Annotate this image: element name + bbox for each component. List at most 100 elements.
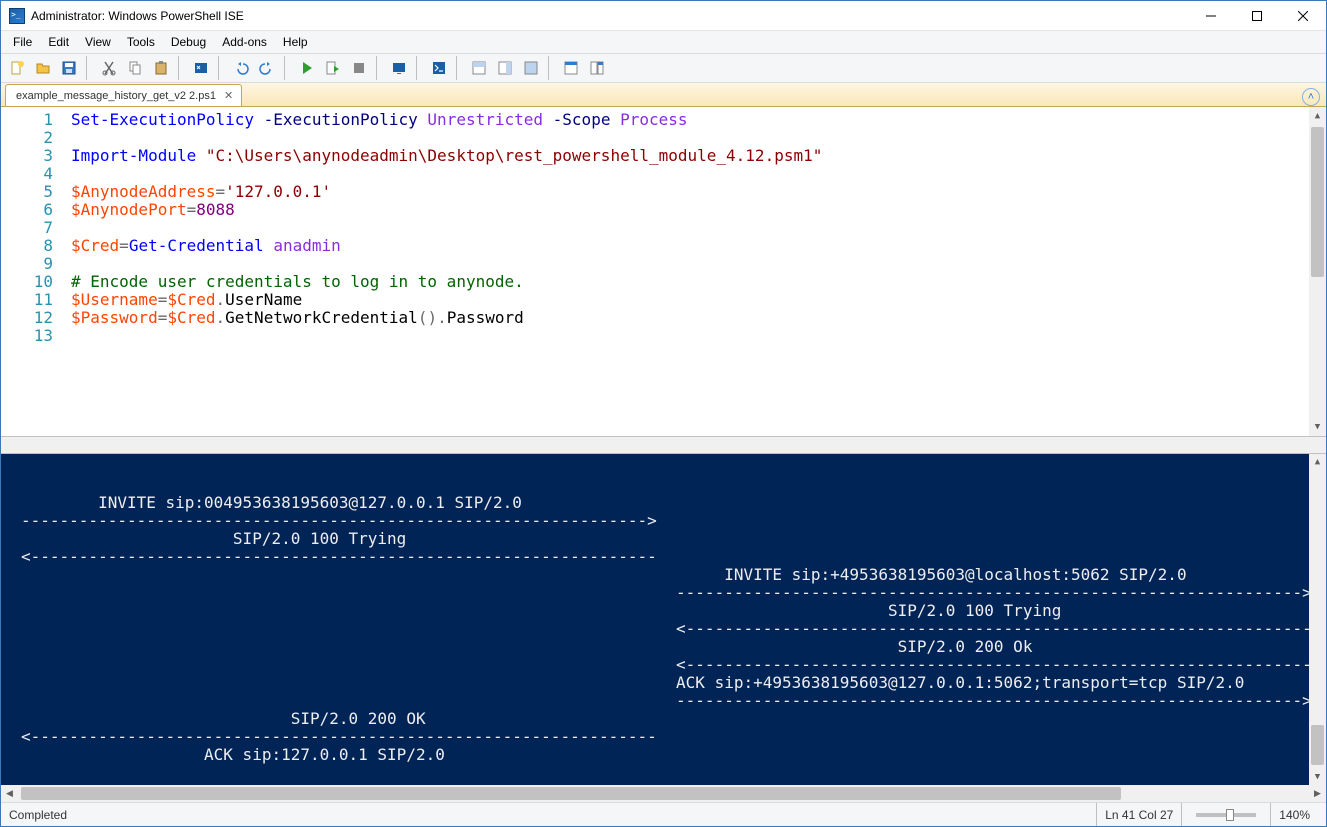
new-file-icon[interactable]	[5, 56, 29, 80]
console-scroll-thumb[interactable]	[1311, 725, 1324, 765]
menu-edit[interactable]: Edit	[40, 33, 77, 51]
line-number: 11	[1, 291, 53, 309]
layout-top-icon[interactable]	[467, 56, 491, 80]
code-line[interactable]: $AnynodeAddress='127.0.0.1'	[71, 183, 1309, 201]
toolbar-separator	[218, 56, 224, 80]
line-number: 9	[1, 255, 53, 273]
zoom-slider[interactable]	[1196, 813, 1256, 817]
redo-icon[interactable]	[255, 56, 279, 80]
run-script-icon[interactable]	[295, 56, 319, 80]
script-editor[interactable]: 12345678910111213 Set-ExecutionPolicy -E…	[1, 107, 1326, 437]
line-number: 3	[1, 147, 53, 165]
paste-icon[interactable]	[149, 56, 173, 80]
zoom-level: 140%	[1270, 803, 1318, 826]
maximize-button[interactable]	[1234, 1, 1280, 31]
menu-debug[interactable]: Debug	[163, 33, 214, 51]
code-line[interactable]	[71, 129, 1309, 147]
show-command-icon[interactable]	[559, 56, 583, 80]
code-line[interactable]	[71, 327, 1309, 345]
editor-scroll-thumb[interactable]	[1311, 127, 1324, 277]
zoom-slider-knob[interactable]	[1226, 809, 1234, 821]
console-line: ----------------------------------------…	[21, 692, 1326, 710]
toolbar	[1, 53, 1326, 83]
line-number: 5	[1, 183, 53, 201]
console-vertical-scrollbar[interactable]: ▲ ▼	[1309, 454, 1326, 785]
code-line[interactable]: $Cred=Get-Credential anadmin	[71, 237, 1309, 255]
line-number: 2	[1, 129, 53, 147]
clear-console-icon[interactable]	[189, 56, 213, 80]
line-number: 12	[1, 309, 53, 327]
code-line[interactable]: $Password=$Cred.GetNetworkCredential().P…	[71, 309, 1309, 327]
code-line[interactable]	[71, 255, 1309, 273]
console-horizontal-scrollbar[interactable]: ◀ ▶	[1, 785, 1326, 802]
code-line[interactable]: # Encode user credentials to log in to a…	[71, 273, 1309, 291]
collapse-script-pane-icon[interactable]: ˄	[1302, 88, 1320, 106]
window-title: Administrator: Windows PowerShell ISE	[31, 9, 244, 23]
line-number: 6	[1, 201, 53, 219]
minimize-button[interactable]	[1188, 1, 1234, 31]
console-pane[interactable]: INVITE sip:004953638195603@127.0.0.1 SIP…	[1, 454, 1326, 785]
scroll-down-icon[interactable]: ▼	[1309, 768, 1326, 785]
console-line: SIP/2.0 100 Trying	[21, 530, 1326, 548]
code-line[interactable]: Set-ExecutionPolicy -ExecutionPolicy Unr…	[71, 111, 1309, 129]
code-line[interactable]: Import-Module "C:\Users\anynodeadmin\Des…	[71, 147, 1309, 165]
line-number-gutter: 12345678910111213	[1, 107, 61, 436]
cursor-position: Ln 41 Col 27	[1096, 803, 1181, 826]
console-line: ACK sip:+4953638195603@127.0.0.1:5062;tr…	[21, 674, 1326, 692]
scroll-right-icon[interactable]: ▶	[1309, 785, 1326, 802]
script-tab-bar: example_message_history_get_v2 2.ps1 ✕ ˄	[1, 83, 1326, 107]
console-line: <---------------------------------------…	[21, 728, 1326, 746]
console-line: <---------------------------------------…	[21, 548, 1326, 566]
toolbar-separator	[416, 56, 422, 80]
cut-icon[interactable]	[97, 56, 121, 80]
console-line: ----------------------------------------…	[21, 584, 1326, 602]
code-line[interactable]: $Username=$Cred.UserName	[71, 291, 1309, 309]
editor-horizontal-scrollbar[interactable]	[1, 437, 1326, 454]
app-window: Administrator: Windows PowerShell ISE Fi…	[0, 0, 1327, 827]
powershell-ise-icon	[9, 8, 25, 24]
code-line[interactable]	[71, 165, 1309, 183]
open-file-icon[interactable]	[31, 56, 55, 80]
console-line: ACK sip:127.0.0.1 SIP/2.0	[21, 746, 1326, 764]
editor-vertical-scrollbar[interactable]: ▲ ▼	[1309, 107, 1326, 436]
show-addon-icon[interactable]	[585, 56, 609, 80]
console-line: SIP/2.0 200 Ok	[21, 638, 1326, 656]
toolbar-separator	[548, 56, 554, 80]
stop-icon[interactable]	[347, 56, 371, 80]
toolbar-separator	[456, 56, 462, 80]
statusbar: Completed Ln 41 Col 27 140%	[1, 802, 1326, 826]
menu-file[interactable]: File	[5, 33, 40, 51]
line-number: 7	[1, 219, 53, 237]
save-icon[interactable]	[57, 56, 81, 80]
menu-view[interactable]: View	[77, 33, 119, 51]
code-line[interactable]: $AnynodePort=8088	[71, 201, 1309, 219]
line-number: 8	[1, 237, 53, 255]
start-powershell-icon[interactable]	[427, 56, 451, 80]
menu-addons[interactable]: Add-ons	[214, 33, 275, 51]
scroll-down-icon[interactable]: ▼	[1309, 419, 1326, 436]
menu-tools[interactable]: Tools	[119, 33, 163, 51]
copy-icon[interactable]	[123, 56, 147, 80]
script-tab[interactable]: example_message_history_get_v2 2.ps1 ✕	[5, 84, 242, 106]
zoom-control[interactable]	[1181, 803, 1270, 826]
toolbar-separator	[284, 56, 290, 80]
line-number: 10	[1, 273, 53, 291]
console-hscroll-thumb[interactable]	[21, 787, 1121, 800]
layout-right-icon[interactable]	[493, 56, 517, 80]
layout-max-icon[interactable]	[519, 56, 543, 80]
scroll-left-icon[interactable]: ◀	[1, 785, 18, 802]
close-button[interactable]	[1280, 1, 1326, 31]
code-area[interactable]: Set-ExecutionPolicy -ExecutionPolicy Unr…	[61, 107, 1309, 436]
line-number: 4	[1, 165, 53, 183]
console-line: SIP/2.0 200 OK	[21, 710, 1326, 728]
undo-icon[interactable]	[229, 56, 253, 80]
scroll-up-icon[interactable]: ▲	[1309, 454, 1326, 471]
titlebar: Administrator: Windows PowerShell ISE	[1, 1, 1326, 31]
scroll-up-icon[interactable]: ▲	[1309, 107, 1326, 124]
menubar: FileEditViewToolsDebugAdd-onsHelp	[1, 31, 1326, 53]
run-selection-icon[interactable]	[321, 56, 345, 80]
menu-help[interactable]: Help	[275, 33, 316, 51]
code-line[interactable]	[71, 219, 1309, 237]
remote-powershell-icon[interactable]	[387, 56, 411, 80]
close-tab-icon[interactable]: ✕	[222, 89, 235, 102]
